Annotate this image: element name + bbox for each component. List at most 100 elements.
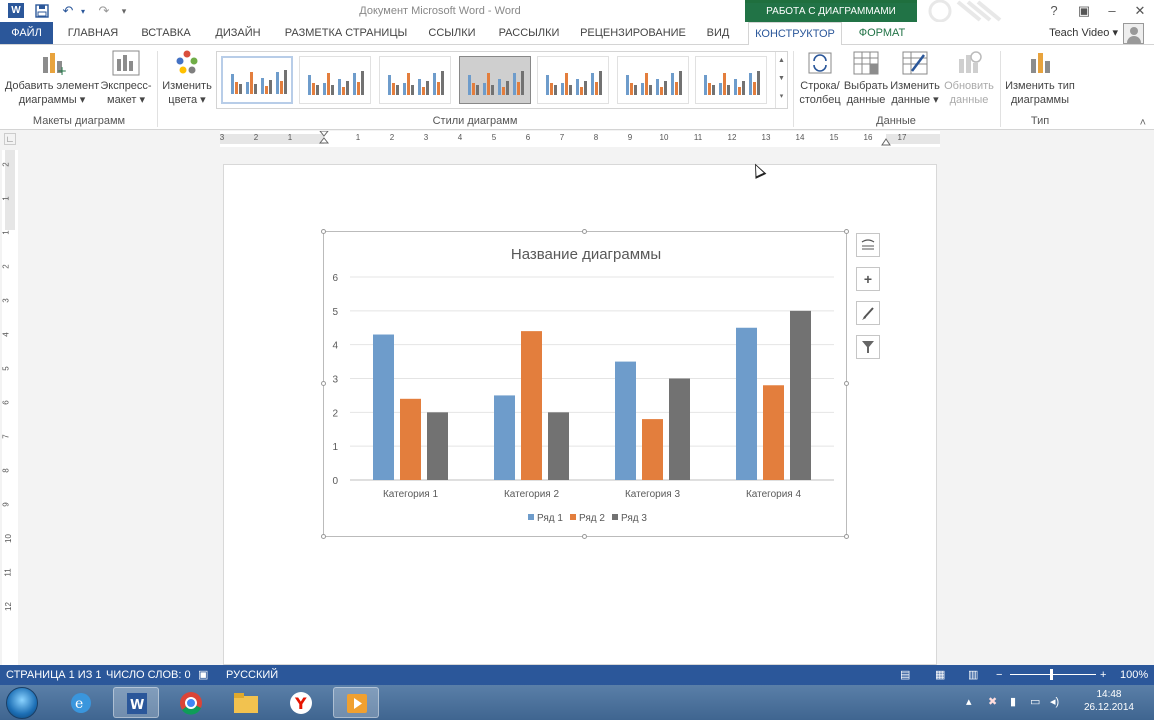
- resize-handle[interactable]: [844, 381, 849, 386]
- tab-view[interactable]: ВИД: [700, 22, 736, 44]
- chart-style-2[interactable]: [299, 56, 371, 104]
- tab-file[interactable]: ФАЙЛ: [0, 22, 53, 44]
- thumb-bar: [433, 73, 436, 95]
- ribbon-display-options-icon[interactable]: ▣: [1070, 0, 1098, 22]
- resize-handle[interactable]: [321, 534, 326, 539]
- word-taskbar-icon[interactable]: W: [113, 687, 159, 718]
- tab-format[interactable]: ФОРМАТ: [850, 22, 914, 44]
- resize-handle[interactable]: [582, 229, 587, 234]
- chart-style-7[interactable]: [695, 56, 767, 104]
- save-icon[interactable]: [32, 2, 52, 20]
- edit-data-button[interactable]: Изменить данные ▾: [889, 49, 941, 107]
- gallery-scroll[interactable]: ▲ ▼ ▾: [775, 52, 787, 108]
- chrome-icon[interactable]: [168, 687, 214, 718]
- thumb-bar: [704, 75, 707, 95]
- customize-toolbar-icon[interactable]: ▾: [118, 2, 130, 20]
- collapse-ribbon-icon[interactable]: ˄: [1140, 117, 1146, 129]
- change-chart-type-button[interactable]: Изменить тип диаграммы: [1003, 49, 1077, 107]
- chart-style-5[interactable]: [537, 56, 609, 104]
- resize-handle[interactable]: [321, 229, 326, 234]
- tab-mailings[interactable]: РАССЫЛКИ: [492, 22, 566, 44]
- thumb-bar: [521, 71, 524, 95]
- redo-icon[interactable]: ↷: [94, 2, 114, 20]
- gallery-more-icon[interactable]: ▾: [776, 88, 787, 106]
- title-bar: W ↶ ▾ ↷ ▾ Документ Microsoft Word - Word…: [0, 0, 1154, 23]
- screen-recorder-icon[interactable]: [333, 687, 379, 718]
- ruler-tick-label: 10: [659, 133, 669, 142]
- resize-handle[interactable]: [844, 229, 849, 234]
- change-colors-button[interactable]: Изменить цвета ▾: [160, 49, 214, 107]
- tab-chart-design[interactable]: КОНСТРУКТОР: [748, 22, 842, 45]
- refresh-data-button[interactable]: Обновить данные: [941, 49, 997, 107]
- thumb-bar: [599, 71, 602, 95]
- language-indicator[interactable]: РУССКИЙ: [226, 665, 278, 685]
- thumb-bar: [483, 83, 486, 95]
- refresh-data-label-2: данные: [949, 94, 989, 106]
- right-indent-marker-icon[interactable]: [881, 136, 891, 146]
- clock-date: 26.12.2014: [1083, 702, 1134, 713]
- quick-layout-button[interactable]: Экспресс- макет ▾: [100, 49, 152, 107]
- resize-handle[interactable]: [844, 534, 849, 539]
- chart-elements-plus-icon[interactable]: +: [856, 267, 880, 291]
- zoom-level[interactable]: 100%: [1120, 665, 1148, 685]
- horizontal-ruler[interactable]: 3 2 1 1 2 3 4 5 6 7 8 9 10 11 12 13 14 15 16 17: [220, 130, 940, 147]
- volume-icon[interactable]: ◂): [1050, 695, 1059, 708]
- gallery-up-icon[interactable]: ▲: [776, 52, 787, 70]
- word-logo-icon[interactable]: W: [8, 3, 24, 18]
- undo-icon[interactable]: ↶: [58, 2, 78, 20]
- read-mode-icon[interactable]: ▤: [900, 665, 910, 685]
- yandex-browser-icon[interactable]: Y: [278, 687, 324, 718]
- add-chart-element-button[interactable]: + Добавить элемент диаграммы ▾: [4, 49, 100, 107]
- tab-review[interactable]: РЕЦЕНЗИРОВАНИЕ: [578, 22, 688, 44]
- network-status-icon[interactable]: ✖: [988, 695, 997, 708]
- indent-marker-icon[interactable]: [318, 130, 330, 147]
- chart-style-3[interactable]: [379, 56, 451, 104]
- proofing-icon[interactable]: ▣: [198, 665, 208, 685]
- tray-overflow-icon[interactable]: ▴: [966, 695, 972, 708]
- zoom-slider-track[interactable]: [1010, 674, 1096, 675]
- minimize-icon[interactable]: –: [1098, 0, 1126, 22]
- battery-icon[interactable]: ▭: [1030, 695, 1040, 708]
- resize-handle[interactable]: [321, 381, 326, 386]
- close-icon[interactable]: ✕: [1126, 0, 1154, 22]
- avatar[interactable]: [1123, 23, 1144, 44]
- tab-design[interactable]: ДИЗАЙН: [206, 22, 270, 44]
- start-button-icon[interactable]: [6, 687, 38, 719]
- chart-filters-icon[interactable]: [856, 335, 880, 359]
- system-clock[interactable]: 14:48 26.12.2014: [1084, 688, 1134, 714]
- tab-insert[interactable]: ВСТАВКА: [134, 22, 198, 44]
- chart-styles-brush-icon[interactable]: [856, 301, 880, 325]
- internet-explorer-icon[interactable]: e: [58, 687, 104, 718]
- tab-page-layout[interactable]: РАЗМЕТКА СТРАНИЦЫ: [282, 22, 410, 44]
- chart-object[interactable]: Название диаграммы 0 1 2 3 4 5 6 Категория 1 Кате…: [323, 231, 847, 537]
- help-button[interactable]: ?: [1040, 0, 1068, 22]
- tab-selector-icon[interactable]: ∟: [4, 133, 16, 145]
- web-layout-icon[interactable]: ▥: [968, 665, 978, 685]
- chart-style-4[interactable]: [459, 56, 531, 104]
- print-layout-icon[interactable]: ▦: [935, 665, 945, 685]
- zoom-in-button[interactable]: +: [1100, 665, 1106, 685]
- zoom-out-button[interactable]: −: [996, 665, 1002, 685]
- word-count[interactable]: ЧИСЛО СЛОВ: 0: [106, 665, 191, 685]
- tab-references[interactable]: ССЫЛКИ: [420, 22, 484, 44]
- page-count[interactable]: СТРАНИЦА 1 ИЗ 1: [6, 665, 102, 685]
- user-account-name[interactable]: Teach Video ▾: [1049, 26, 1118, 39]
- edit-data-label-1: Изменить: [890, 80, 940, 92]
- select-data-button[interactable]: Выбрать данные: [843, 49, 889, 107]
- tab-home[interactable]: ГЛАВНАЯ: [62, 22, 124, 44]
- undo-dropdown-icon[interactable]: ▾: [78, 2, 88, 20]
- switch-row-column-label-2: столбец: [799, 94, 841, 106]
- file-explorer-icon[interactable]: [223, 687, 269, 718]
- action-center-icon[interactable]: ▮: [1010, 695, 1016, 708]
- thumb-bar: [327, 73, 330, 95]
- resize-handle[interactable]: [582, 534, 587, 539]
- gallery-down-icon[interactable]: ▼: [776, 70, 787, 88]
- layout-options-icon[interactable]: [856, 233, 880, 257]
- chart-style-1[interactable]: [221, 56, 293, 104]
- chart-style-6[interactable]: [617, 56, 689, 104]
- x-category-label: Категория 1: [383, 489, 439, 500]
- vertical-ruler[interactable]: 2 1 1 2 3 4 5 6 7 8 9 10 11 12: [2, 150, 18, 665]
- zoom-slider-thumb[interactable]: [1050, 669, 1053, 680]
- switch-row-column-button[interactable]: Строка/ столбец: [797, 49, 843, 107]
- thumb-bar: [719, 83, 722, 95]
